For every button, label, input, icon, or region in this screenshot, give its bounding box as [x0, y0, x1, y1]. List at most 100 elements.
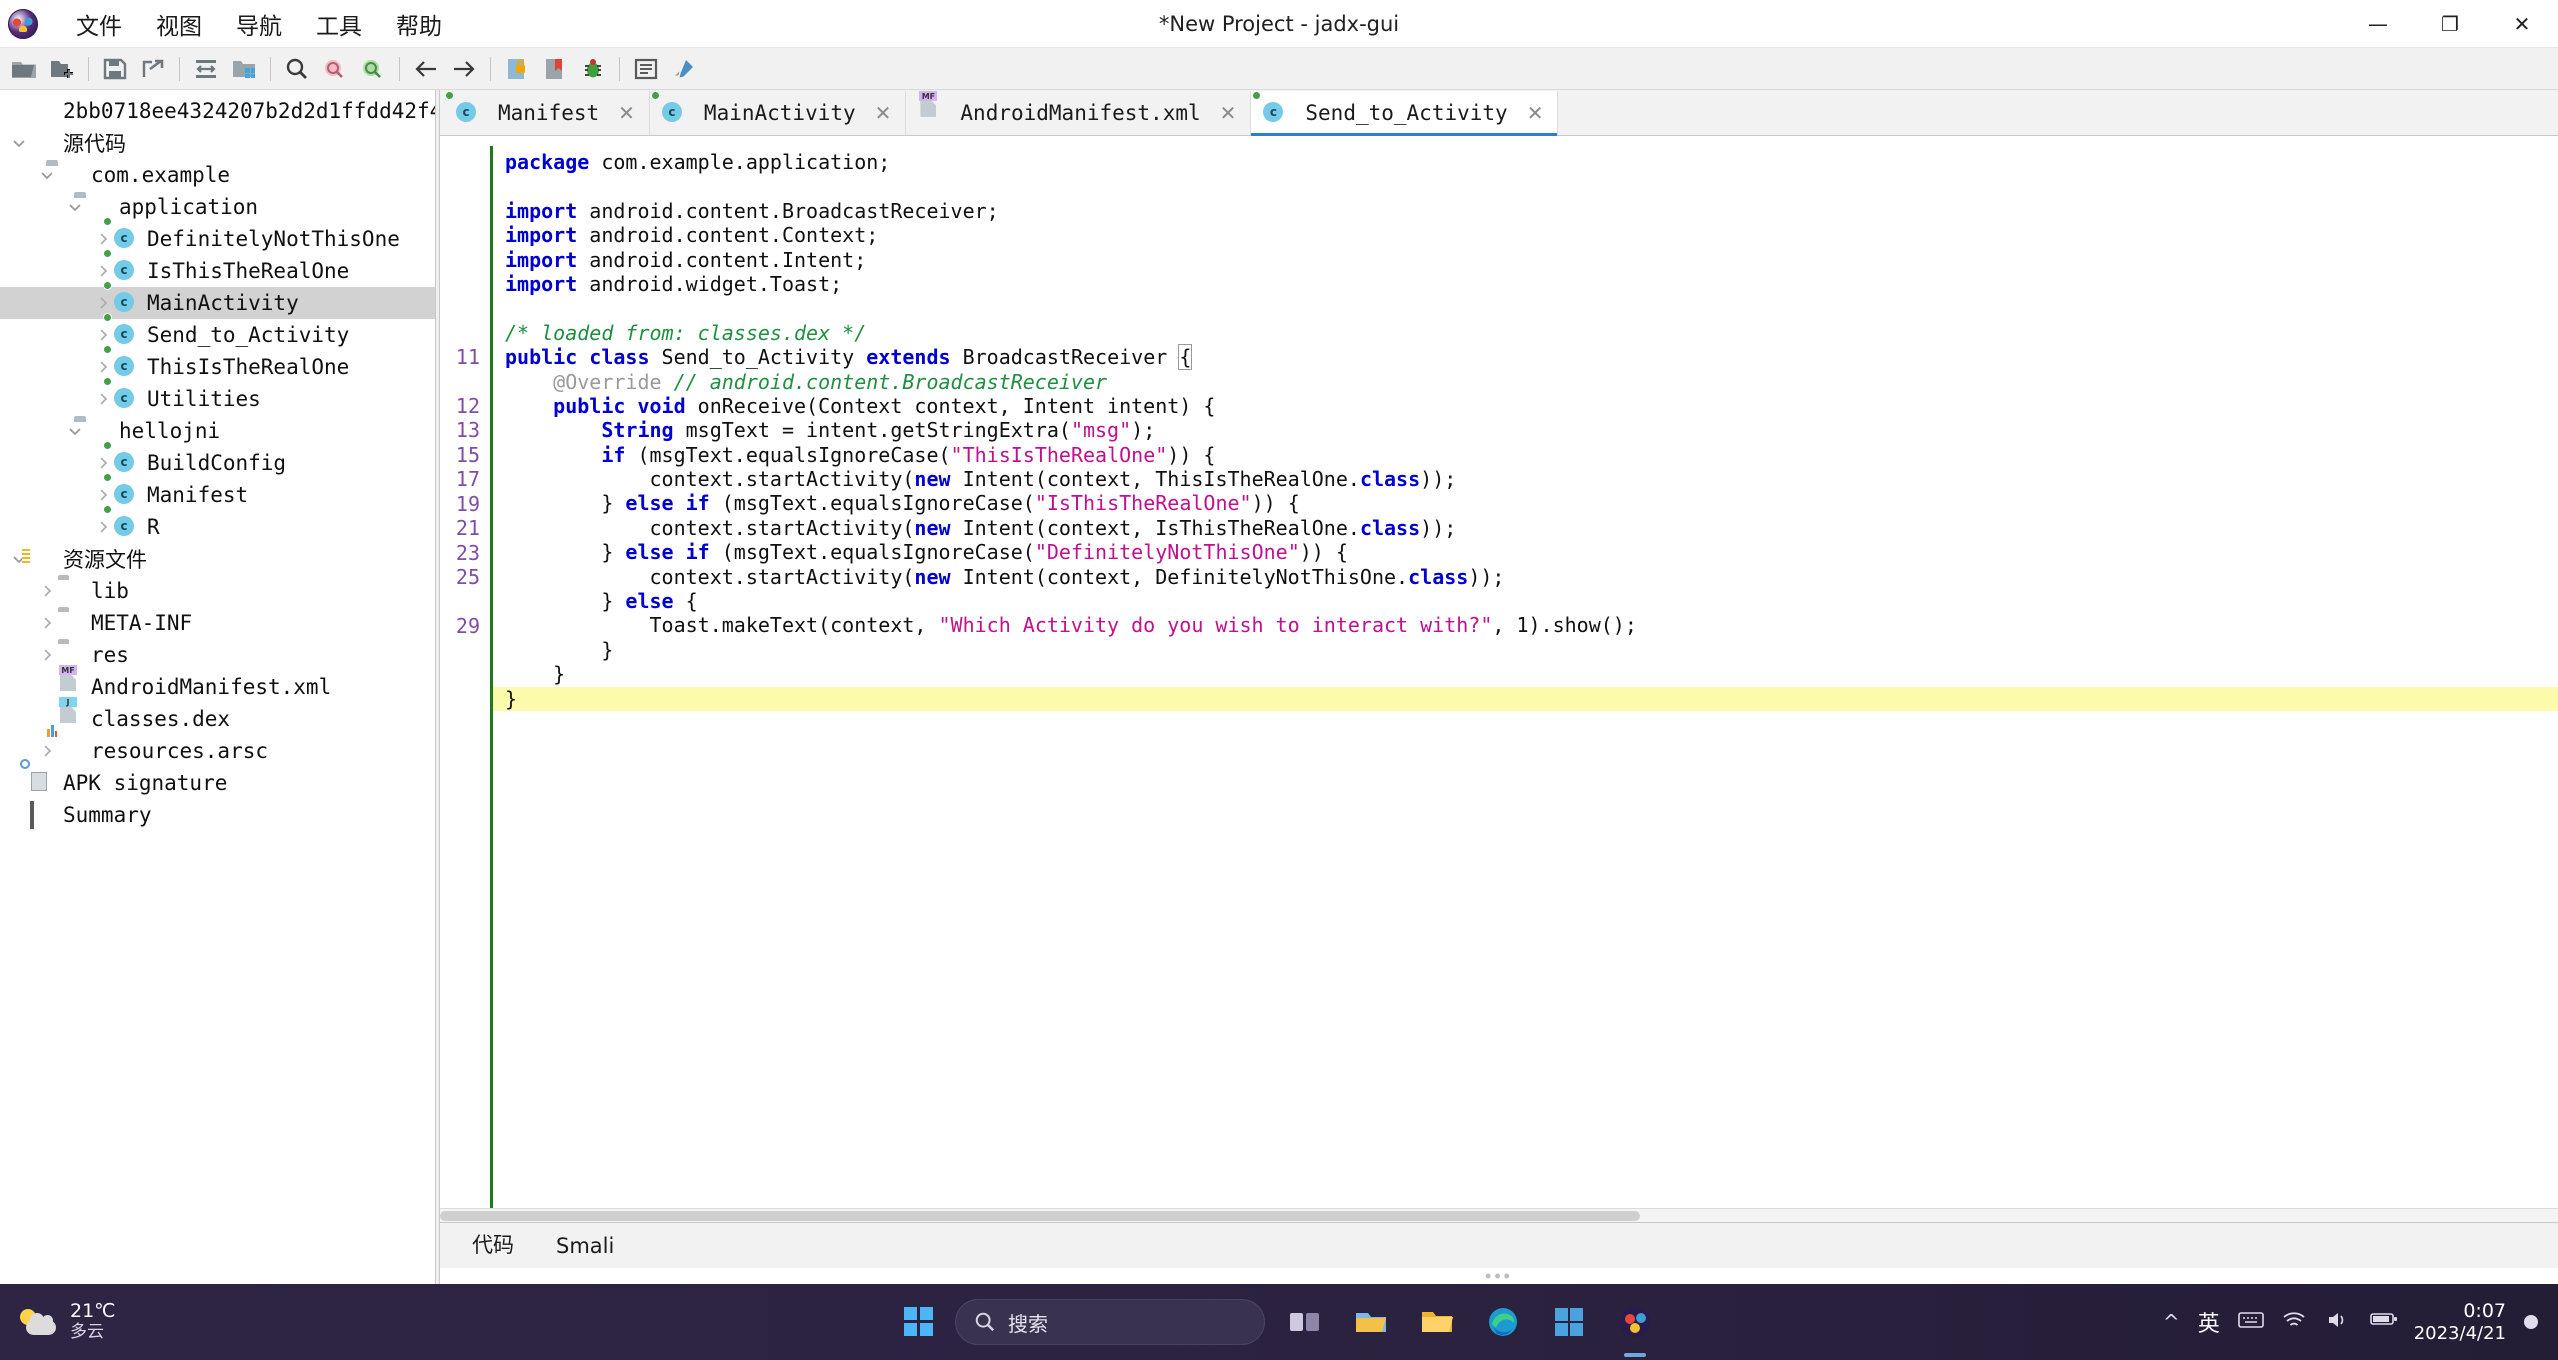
open-file-icon[interactable]: [6, 52, 42, 86]
logs-icon[interactable]: [628, 52, 664, 86]
menu-file[interactable]: 文件: [60, 4, 138, 44]
close-icon[interactable]: ✕: [875, 101, 892, 125]
save-icon[interactable]: [97, 52, 133, 86]
chevron-right-icon[interactable]: [92, 452, 114, 474]
project-tree[interactable]: 2bb0718ee4324207b2d2d1ffdd42f4 源代码 com.exa…: [0, 90, 435, 831]
code-view[interactable]: 11 12 13 15 17 19 21 23 25 29 package com.examp…: [440, 136, 2558, 1208]
menu-tools[interactable]: 工具: [300, 4, 378, 44]
project-tree-panel[interactable]: 2bb0718ee4324207b2d2d1ffdd42f4 源代码 com.exa…: [0, 90, 436, 1284]
panel-drag-handle[interactable]: •••: [440, 1267, 2558, 1285]
network-icon[interactable]: [2282, 1310, 2308, 1334]
tree-node[interactable]: lib: [0, 575, 435, 607]
tree-node[interactable]: c Utilities: [0, 377, 435, 415]
tab-smali[interactable]: Smali: [538, 1228, 632, 1264]
editor-tab-strip[interactable]: c Manifest ✕ c MainActivity ✕ MF AndroidManifes…: [440, 90, 2558, 136]
battery-icon[interactable]: [2369, 1310, 2397, 1334]
search-icon[interactable]: [279, 52, 315, 86]
tree-node[interactable]: c IsThisTheRealOne: [0, 249, 435, 287]
forward-icon[interactable]: [446, 52, 482, 86]
chevron-right-icon[interactable]: [92, 228, 114, 250]
editor-tab[interactable]: c Send_to_Activity ✕: [1251, 91, 1559, 136]
add-files-icon[interactable]: [44, 52, 80, 86]
tree-node[interactable]: c MainActivity: [0, 281, 435, 319]
editor-bottom-tabs[interactable]: 代码 Smali: [440, 1222, 2558, 1268]
microsoft-store-icon[interactable]: [1543, 1296, 1595, 1348]
export-icon[interactable]: [135, 52, 171, 86]
tree-node[interactable]: c Send_to_Activity: [0, 313, 435, 351]
taskview-icon[interactable]: [1279, 1296, 1331, 1348]
tree-node[interactable]: c ThisIsTheRealOne: [0, 345, 435, 383]
scrollbar-thumb[interactable]: [440, 1211, 1640, 1221]
keyboard-icon[interactable]: [2237, 1310, 2264, 1334]
tree-node[interactable]: cR: [0, 505, 435, 543]
tree-node[interactable]: com.example: [0, 159, 435, 191]
start-button[interactable]: [897, 1300, 941, 1344]
chevron-down-icon[interactable]: [8, 132, 30, 154]
search-prev-icon[interactable]: [317, 52, 353, 86]
close-icon[interactable]: ✕: [618, 101, 635, 125]
tree-node[interactable]: 资源文件: [0, 543, 435, 575]
jadx-gui-taskbar-icon[interactable]: [1609, 1296, 1661, 1348]
chevron-right-icon[interactable]: [92, 388, 114, 410]
chevron-right-icon[interactable]: [92, 356, 114, 378]
chevron-right-icon[interactable]: [36, 612, 58, 634]
bookmark-icon[interactable]: [537, 52, 573, 86]
preferences-icon[interactable]: [666, 52, 702, 86]
editor-tab[interactable]: c MainActivity ✕: [650, 91, 907, 135]
tree-node[interactable]: application: [0, 191, 435, 223]
tree-node[interactable]: hellojni: [0, 415, 435, 447]
tree-node[interactable]: APK signature: [0, 759, 435, 799]
chevron-right-icon[interactable]: [92, 260, 114, 282]
chevron-right-icon[interactable]: [36, 644, 58, 666]
file-explorer-icon[interactable]: [1345, 1296, 1397, 1348]
open-project-icon[interactable]: [226, 52, 262, 86]
menu-help[interactable]: 帮助: [380, 4, 458, 44]
deobfuscate-icon[interactable]: [499, 52, 535, 86]
chevron-right-icon[interactable]: [92, 516, 114, 538]
chevron-down-icon[interactable]: [64, 420, 86, 442]
edge-icon[interactable]: [1477, 1296, 1529, 1348]
sync-icon[interactable]: [188, 52, 224, 86]
chevron-right-icon[interactable]: [92, 484, 114, 506]
source-code[interactable]: package com.example.application; import …: [493, 136, 2558, 1208]
menu-view[interactable]: 视图: [140, 4, 218, 44]
ime-indicator[interactable]: 英: [2198, 1306, 2220, 1338]
debug-icon[interactable]: [575, 52, 611, 86]
tree-node[interactable]: 2bb0718ee4324207b2d2d1ffdd42f4: [0, 95, 435, 127]
maximize-button[interactable]: ❐: [2414, 0, 2486, 48]
chevron-down-icon[interactable]: [64, 196, 86, 218]
chevron-up-icon[interactable]: ^: [2163, 1310, 2180, 1334]
tree-node[interactable]: Summary: [0, 799, 435, 831]
close-button[interactable]: ✕: [2486, 0, 2558, 48]
editor-tab[interactable]: c Manifest ✕: [444, 91, 650, 135]
minimize-button[interactable]: —: [2342, 0, 2414, 48]
chevron-right-icon[interactable]: [92, 324, 114, 346]
weather-widget[interactable]: 21℃ 多云: [18, 1300, 116, 1342]
chevron-right-icon[interactable]: [36, 580, 58, 602]
tree-node[interactable]: 源代码: [0, 127, 435, 159]
tree-node[interactable]: c Manifest: [0, 473, 435, 511]
tab-code[interactable]: 代码: [454, 1223, 532, 1268]
chevron-down-icon[interactable]: [36, 164, 58, 186]
tree-node-label: com.example: [91, 163, 231, 187]
close-icon[interactable]: ✕: [1527, 101, 1544, 125]
menu-navigate[interactable]: 导航: [220, 4, 298, 44]
close-icon[interactable]: ✕: [1220, 101, 1237, 125]
horizontal-scrollbar[interactable]: [440, 1208, 2558, 1222]
tree-node[interactable]: c DefinitelyNotThisOne: [0, 217, 435, 255]
taskbar-clock[interactable]: 0:07 2023/4/21: [2414, 1300, 2506, 1344]
chevron-right-icon[interactable]: [92, 292, 114, 314]
editor-tab[interactable]: MF AndroidManifest.xml ✕: [906, 91, 1252, 135]
tree-node[interactable]: META-INF: [0, 607, 435, 639]
tree-node[interactable]: resources.arsc: [0, 735, 435, 767]
volume-icon[interactable]: [2326, 1310, 2352, 1334]
back-icon[interactable]: [408, 52, 444, 86]
search-next-icon[interactable]: [355, 52, 391, 86]
tree-node[interactable]: Jclasses.dex: [0, 697, 435, 735]
code-token: Toast.makeText(context,: [505, 613, 939, 638]
tree-node[interactable]: c BuildConfig: [0, 441, 435, 479]
notification-icon[interactable]: [2524, 1314, 2538, 1329]
chevron-right-icon[interactable]: [36, 740, 58, 762]
folder-icon[interactable]: [1411, 1296, 1463, 1348]
taskbar-search-box[interactable]: 搜索: [955, 1299, 1265, 1345]
